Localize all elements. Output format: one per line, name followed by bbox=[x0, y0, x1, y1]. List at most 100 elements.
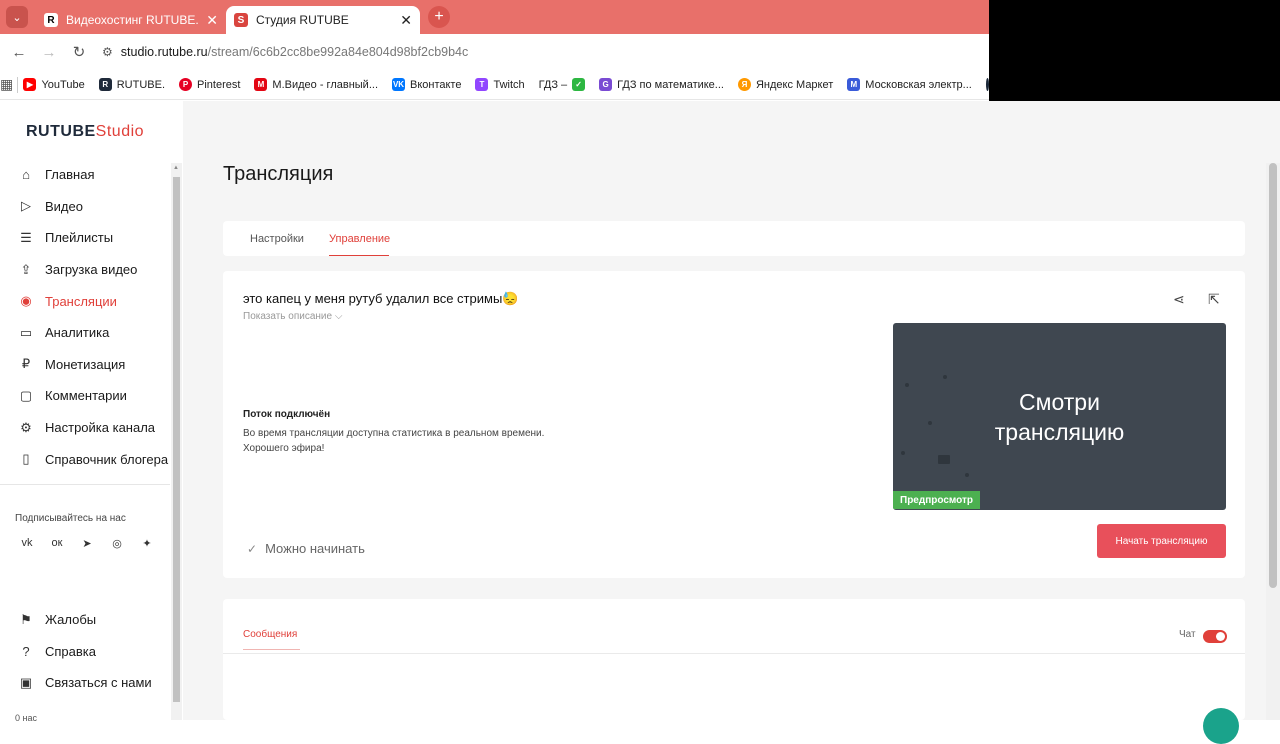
bookmark-twitch[interactable]: TTwitch bbox=[475, 78, 524, 91]
sidebar-item-channel-settings[interactable]: ⚙Настройка канала bbox=[0, 412, 170, 444]
tab-title: Видеохостинг RUTUBE. Смотри bbox=[66, 13, 200, 27]
check-icon: ✓ bbox=[572, 78, 585, 91]
preview-decoration-dot bbox=[965, 473, 969, 477]
bookmark-vk[interactable]: VKВконтакте bbox=[392, 78, 461, 91]
sidebar-item-help[interactable]: ?Справка bbox=[0, 636, 170, 668]
sidebar-item-label: Трансляции bbox=[45, 294, 117, 309]
scroll-up-icon[interactable]: ▲ bbox=[173, 165, 179, 171]
preview-decoration-dot bbox=[901, 451, 905, 455]
share-icon[interactable]: ⋖ bbox=[1173, 291, 1185, 308]
dzen-icon[interactable]: ✦ bbox=[132, 537, 162, 550]
bookmark-gdz-math[interactable]: G ГДЗ по математике... bbox=[599, 78, 724, 91]
chat-icon: ▣ bbox=[18, 675, 34, 691]
apps-grid-icon[interactable]: ▦ bbox=[0, 76, 13, 93]
sidebar-item-video[interactable]: ▷Видео bbox=[0, 191, 170, 223]
upload-icon: ⇪ bbox=[18, 262, 34, 278]
messages-tab-underline bbox=[243, 649, 300, 650]
sidebar-menu: ⌂ Главная ▷Видео ☰Плейлисты ⇪Загрузка вид… bbox=[0, 159, 170, 475]
tab-title: Студия RUTUBE bbox=[256, 13, 394, 27]
chat-divider bbox=[223, 653, 1245, 654]
sidebar-item-streams[interactable]: ◉ Трансляции bbox=[0, 285, 170, 317]
logo-studio-text: Studio bbox=[96, 123, 144, 140]
time-ago-text: 0 нас bbox=[15, 713, 37, 723]
odnoklassniki-icon[interactable]: ок bbox=[42, 537, 72, 550]
connection-status-text: Во время трансляции доступна статистика … bbox=[243, 426, 544, 456]
telegram-icon[interactable]: ➤ bbox=[72, 537, 102, 550]
show-description-link[interactable]: Показать описание ⌵ bbox=[243, 311, 342, 322]
external-link-icon[interactable]: ⇱ bbox=[1208, 291, 1220, 308]
stream-title: это капец у меня рутуб удалил все стримы… bbox=[243, 291, 518, 307]
sidebar-item-label: Монетизация bbox=[45, 357, 125, 372]
preview-caption-line: Смотри bbox=[893, 387, 1226, 417]
new-tab-button[interactable]: + bbox=[428, 6, 450, 28]
rutube-studio-logo[interactable]: RUTUBEStudio bbox=[26, 123, 144, 141]
browser-tab-rutube[interactable]: R Видеохостинг RUTUBE. Смотри ✕ bbox=[36, 6, 226, 34]
logo-main-text: RUTUBE bbox=[26, 123, 96, 140]
bookmark-youtube[interactable]: ▶YouTube bbox=[23, 78, 84, 91]
sidebar-item-label: Справочник блогера bbox=[45, 452, 168, 467]
mvideo-icon: M bbox=[254, 78, 267, 91]
stream-preview[interactable]: Смотри трансляцию Предпросмотр bbox=[893, 323, 1226, 510]
back-icon[interactable]: ← bbox=[4, 44, 34, 61]
sidebar-item-playlists[interactable]: ☰Плейлисты bbox=[0, 222, 170, 254]
bookmark-label: Московская электр... bbox=[865, 79, 972, 91]
viber-icon[interactable]: ◎ bbox=[102, 537, 132, 550]
page-scrollbar[interactable] bbox=[1266, 163, 1280, 720]
reload-icon[interactable]: ↻ bbox=[64, 43, 94, 61]
playlist-icon: ☰ bbox=[18, 230, 34, 246]
tab-messages[interactable]: Сообщения bbox=[243, 629, 297, 640]
close-tab-icon[interactable]: ✕ bbox=[206, 12, 218, 29]
gdz-icon: G bbox=[599, 78, 612, 91]
bookmark-mvideo[interactable]: M М.Видео - главный... bbox=[254, 78, 378, 91]
url-field[interactable]: ⚙ studio.rutube.ru/stream/6c6b2cc8be992a… bbox=[102, 45, 468, 59]
bookmark-rutube[interactable]: RRUTUBE. bbox=[99, 78, 165, 91]
forward-icon[interactable]: → bbox=[34, 44, 64, 61]
book-icon: ▯ bbox=[18, 451, 34, 467]
support-chat-button[interactable] bbox=[1203, 708, 1239, 744]
sidebar-item-home[interactable]: ⌂ Главная bbox=[0, 159, 170, 191]
sidebar-scrollbar[interactable]: ▲ bbox=[171, 163, 182, 720]
chat-card: Сообщения Чат bbox=[223, 599, 1245, 720]
chat-toggle-label: Чат bbox=[1179, 629, 1196, 640]
sidebar-item-contact[interactable]: ▣Связаться с нами bbox=[0, 667, 170, 699]
close-tab-icon[interactable]: ✕ bbox=[400, 12, 412, 29]
sidebar-item-complaints[interactable]: ⚑Жалобы bbox=[0, 604, 170, 636]
sidebar-item-monetization[interactable]: ₽Монетизация bbox=[0, 349, 170, 381]
sidebar-item-blogger-guide[interactable]: ▯ Справочник блогера bbox=[0, 443, 170, 475]
sidebar-item-analytics[interactable]: ▭Аналитика bbox=[0, 317, 170, 349]
sidebar-item-comments[interactable]: ▢Комментарии bbox=[0, 380, 170, 412]
chat-toggle[interactable] bbox=[1203, 630, 1227, 643]
bookmark-label: ГДЗ по математике... bbox=[617, 79, 724, 91]
sidebar-bottom-menu: ⚑Жалобы ?Справка ▣Связаться с нами bbox=[0, 604, 170, 699]
site-info-icon[interactable]: ⚙ bbox=[102, 45, 113, 59]
stream-tabs: Настройки Управление bbox=[223, 221, 1245, 256]
active-tab-underline bbox=[329, 255, 389, 256]
bookmark-label: Яндекс Маркет bbox=[756, 79, 833, 91]
bookmark-mos-electr[interactable]: MМосковская электр... bbox=[847, 78, 972, 91]
sidebar-item-label: Аналитика bbox=[45, 325, 109, 340]
preview-badge: Предпросмотр bbox=[893, 491, 980, 509]
stream-card: это капец у меня рутуб удалил все стримы… bbox=[223, 271, 1245, 578]
broadcast-icon: ◉ bbox=[18, 293, 34, 309]
sidebar-item-upload[interactable]: ⇪Загрузка видео bbox=[0, 254, 170, 286]
sidebar-item-label: Главная bbox=[45, 167, 94, 182]
bookmark-label: М.Видео - главный... bbox=[272, 79, 378, 91]
tab-settings[interactable]: Настройки bbox=[250, 233, 304, 245]
start-stream-button[interactable]: Начать трансляцию bbox=[1097, 524, 1226, 558]
bookmark-yandex-market[interactable]: ЯЯндекс Маркет bbox=[738, 78, 833, 91]
tab-management[interactable]: Управление bbox=[329, 233, 390, 245]
rutube-favicon-icon: R bbox=[44, 13, 58, 27]
tab-search-button[interactable]: ⌄ bbox=[6, 6, 28, 28]
bookmark-gdz[interactable]: ГДЗ –✓ bbox=[539, 78, 586, 91]
main-content: Трансляция Настройки Управление это капе… bbox=[183, 101, 1280, 720]
flag-icon: ⚑ bbox=[18, 612, 34, 628]
home-icon: ⌂ bbox=[18, 167, 34, 182]
sidebar-scroll-thumb[interactable] bbox=[173, 177, 180, 702]
vk-icon[interactable]: vk bbox=[12, 537, 42, 550]
help-icon: ? bbox=[18, 644, 34, 659]
check-icon: ✓ bbox=[247, 542, 257, 556]
browser-tab-studio[interactable]: S Студия RUTUBE ✕ bbox=[226, 6, 420, 34]
toggle-knob bbox=[1216, 632, 1225, 641]
page-scroll-thumb[interactable] bbox=[1269, 163, 1277, 588]
bookmark-pinterest[interactable]: PPinterest bbox=[179, 78, 240, 91]
